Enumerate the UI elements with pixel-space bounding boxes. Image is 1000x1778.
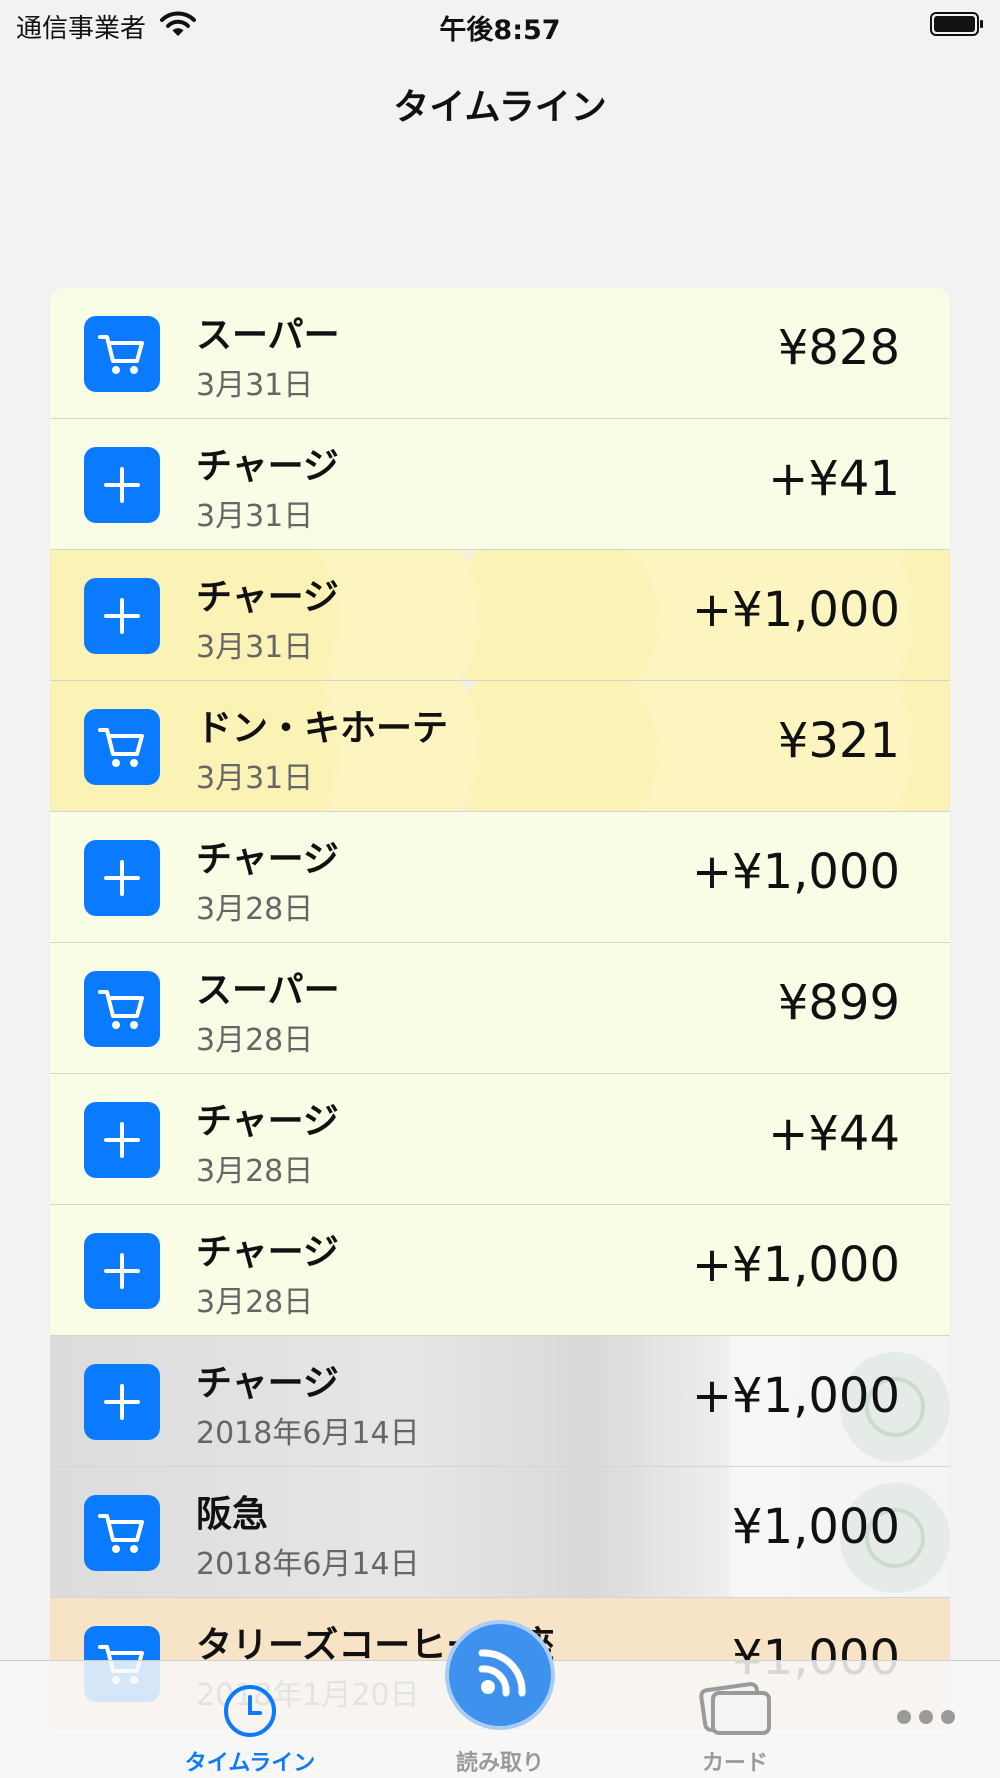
transaction-title: スーパー bbox=[196, 970, 340, 1011]
transaction-amount: ¥1,000 bbox=[732, 1499, 900, 1555]
transaction-amount: +¥1,000 bbox=[691, 844, 900, 900]
transaction-title: チャージ bbox=[196, 1101, 339, 1142]
transaction-row[interactable]: スーパー 3月31日 ¥828 bbox=[50, 288, 950, 419]
transaction-date: 3月31日 bbox=[196, 499, 314, 534]
status-time: 午後8:57 bbox=[439, 15, 561, 46]
transaction-row[interactable]: チャージ 3月28日 +¥1,000 bbox=[50, 812, 950, 943]
transaction-date: 3月28日 bbox=[196, 1285, 314, 1320]
cart-icon bbox=[84, 316, 160, 392]
transaction-title: チャージ bbox=[196, 1363, 339, 1404]
app-screen: 通信事業者 午後8:57 タイムライン スーパー 3月31日 ¥828 チャージ 3月3… bbox=[0, 0, 1000, 1778]
transaction-row[interactable]: チャージ 3月28日 +¥44 bbox=[50, 1074, 950, 1205]
cart-icon bbox=[84, 709, 160, 785]
plus-icon bbox=[84, 1364, 160, 1440]
plus-icon bbox=[84, 447, 160, 523]
cart-icon bbox=[84, 1495, 160, 1571]
transaction-amount: ¥899 bbox=[777, 975, 900, 1031]
tab-card-label: カード bbox=[701, 1751, 768, 1776]
transaction-amount: +¥44 bbox=[768, 1106, 900, 1162]
transaction-list[interactable]: スーパー 3月31日 ¥828 チャージ 3月31日 +¥41 チャージ 3月31日 +¥1,0… bbox=[50, 288, 950, 1729]
transaction-date: 2018年6月14日 bbox=[196, 1416, 420, 1451]
transaction-title: チャージ bbox=[196, 839, 339, 880]
transaction-amount: +¥1,000 bbox=[691, 1237, 900, 1293]
tab-timeline-label: タイムライン bbox=[184, 1751, 316, 1776]
transaction-title: ドン・キホーテ bbox=[196, 708, 449, 749]
transaction-row[interactable]: チャージ 3月31日 +¥41 bbox=[50, 419, 950, 550]
tab-more[interactable] bbox=[880, 1661, 980, 1778]
status-bar: 通信事業者 午後8:57 bbox=[0, 0, 1000, 50]
transaction-amount: +¥1,000 bbox=[691, 582, 900, 638]
nfc-read-icon bbox=[468, 1641, 532, 1709]
transaction-amount: +¥41 bbox=[768, 451, 900, 507]
transaction-amount: ¥828 bbox=[777, 320, 900, 376]
tab-card[interactable]: カード bbox=[655, 1661, 815, 1778]
transaction-date: 2018年6月14日 bbox=[196, 1547, 420, 1582]
plus-icon bbox=[84, 840, 160, 916]
transaction-title: チャージ bbox=[196, 446, 339, 487]
transaction-row[interactable]: ドン・キホーテ 3月31日 ¥321 bbox=[50, 681, 950, 812]
transaction-date: 3月28日 bbox=[196, 1023, 314, 1058]
plus-icon bbox=[84, 1102, 160, 1178]
tab-read-label: 読み取り bbox=[455, 1751, 544, 1776]
transaction-date: 3月31日 bbox=[196, 630, 314, 665]
transaction-amount: +¥1,000 bbox=[691, 1368, 900, 1424]
plus-icon bbox=[84, 1233, 160, 1309]
tab-timeline[interactable]: タイムライン bbox=[170, 1661, 330, 1778]
cards-icon bbox=[699, 1675, 775, 1741]
transaction-title: スーパー bbox=[196, 315, 340, 356]
transaction-row[interactable]: チャージ 3月28日 +¥1,000 bbox=[50, 1205, 950, 1336]
transaction-row[interactable]: スーパー 3月28日 ¥899 bbox=[50, 943, 950, 1074]
transaction-date: 3月31日 bbox=[196, 368, 314, 403]
page-title: タイムライン bbox=[393, 87, 607, 128]
transaction-title: チャージ bbox=[196, 577, 339, 618]
transaction-row[interactable]: 阪急 2018年6月14日 ¥1,000 bbox=[50, 1467, 950, 1598]
transaction-amount: ¥321 bbox=[777, 713, 900, 769]
more-icon bbox=[896, 1707, 956, 1731]
cart-icon bbox=[84, 971, 160, 1047]
transaction-title: 阪急 bbox=[196, 1494, 269, 1535]
clock-icon bbox=[222, 1683, 278, 1743]
transaction-title: チャージ bbox=[196, 1232, 339, 1273]
transaction-date: 3月28日 bbox=[196, 1154, 314, 1189]
read-card-button[interactable] bbox=[445, 1620, 555, 1730]
transaction-date: 3月28日 bbox=[196, 892, 314, 927]
transaction-row[interactable]: チャージ 2018年6月14日 +¥1,000 bbox=[50, 1336, 950, 1467]
plus-icon bbox=[84, 578, 160, 654]
transaction-date: 3月31日 bbox=[196, 761, 314, 796]
transaction-row[interactable]: チャージ 3月31日 +¥1,000 bbox=[50, 550, 950, 681]
battery-icon bbox=[930, 12, 984, 36]
